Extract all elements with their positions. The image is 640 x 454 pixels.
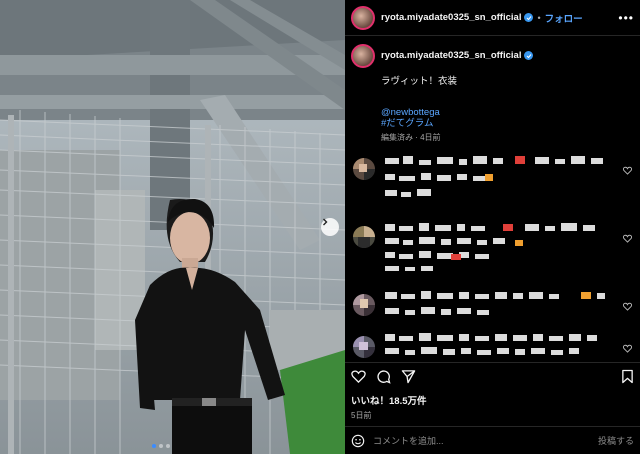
post-side-panel: ryota.miyadate0325_sn_official • フォロー ••… xyxy=(345,0,640,454)
hashtag-link[interactable]: #だてグラム xyxy=(381,118,533,129)
separator-dot: • xyxy=(537,12,541,23)
bookmark-icon[interactable] xyxy=(621,369,634,384)
caption-text: ラヴィット！衣装 xyxy=(381,76,458,87)
carousel-dot xyxy=(166,444,170,448)
carousel-dot xyxy=(152,444,156,448)
header-username[interactable]: ryota.miyadate0325_sn_official xyxy=(381,12,521,23)
comment-avatar[interactable] xyxy=(353,226,375,248)
add-comment-bar: 投稿する xyxy=(345,426,640,454)
verified-badge-icon xyxy=(524,51,534,60)
caption-block: ryota.miyadate0325_sn_official ラヴィット！衣装 … xyxy=(345,36,640,143)
heart-icon[interactable] xyxy=(623,234,632,243)
comment-item xyxy=(345,220,640,288)
caption-username-text: ryota.miyadate0325_sn_official xyxy=(381,50,522,61)
carousel-dot xyxy=(159,444,163,448)
pixelated-comment-text xyxy=(385,333,597,355)
avatar[interactable] xyxy=(351,5,375,30)
pixelated-comment-text xyxy=(385,291,605,315)
post-header: ryota.miyadate0325_sn_official • フォロー ••… xyxy=(345,0,640,36)
heart-icon[interactable] xyxy=(623,166,632,175)
comment-avatar[interactable] xyxy=(353,336,375,358)
comment-list xyxy=(345,152,640,366)
pixelated-comment-text xyxy=(385,156,603,197)
post-comment-button[interactable]: 投稿する xyxy=(598,434,634,447)
comment-input[interactable] xyxy=(373,435,598,446)
comment-item xyxy=(345,288,640,330)
post-actions: いいね！18.5万件 5日前 xyxy=(345,362,640,421)
post-media[interactable] xyxy=(0,0,345,454)
avatar[interactable] xyxy=(351,44,375,68)
verified-badge-icon xyxy=(524,13,534,22)
heart-icon[interactable] xyxy=(351,369,366,384)
follow-button[interactable]: フォロー xyxy=(545,11,583,25)
post-photo xyxy=(0,0,345,454)
caption-tags: @newbottega #だてグラム xyxy=(381,107,533,129)
heart-icon[interactable] xyxy=(623,344,632,353)
caption-meta: 編集済み · 4日前 xyxy=(381,133,441,142)
chevron-right-icon xyxy=(323,218,328,226)
share-icon[interactable] xyxy=(401,369,416,384)
comment-item xyxy=(345,330,640,366)
caption-username[interactable]: ryota.miyadate0325_sn_official xyxy=(381,50,534,61)
post-timestamp[interactable]: 5日前 xyxy=(351,410,634,421)
comment-avatar[interactable] xyxy=(353,158,375,180)
next-slide-button[interactable] xyxy=(321,218,339,236)
more-options-icon[interactable]: ••• xyxy=(618,11,634,25)
emoji-icon[interactable] xyxy=(351,434,365,448)
comment-avatar[interactable] xyxy=(353,294,375,316)
comment-icon[interactable] xyxy=(376,369,391,384)
heart-icon[interactable] xyxy=(623,302,632,311)
pixelated-comment-text xyxy=(385,223,595,271)
mention-link[interactable]: @newbottega xyxy=(381,107,533,118)
carousel-indicator xyxy=(152,444,170,448)
comment-item xyxy=(345,152,640,220)
likes-count[interactable]: いいね！18.5万件 xyxy=(351,393,634,407)
